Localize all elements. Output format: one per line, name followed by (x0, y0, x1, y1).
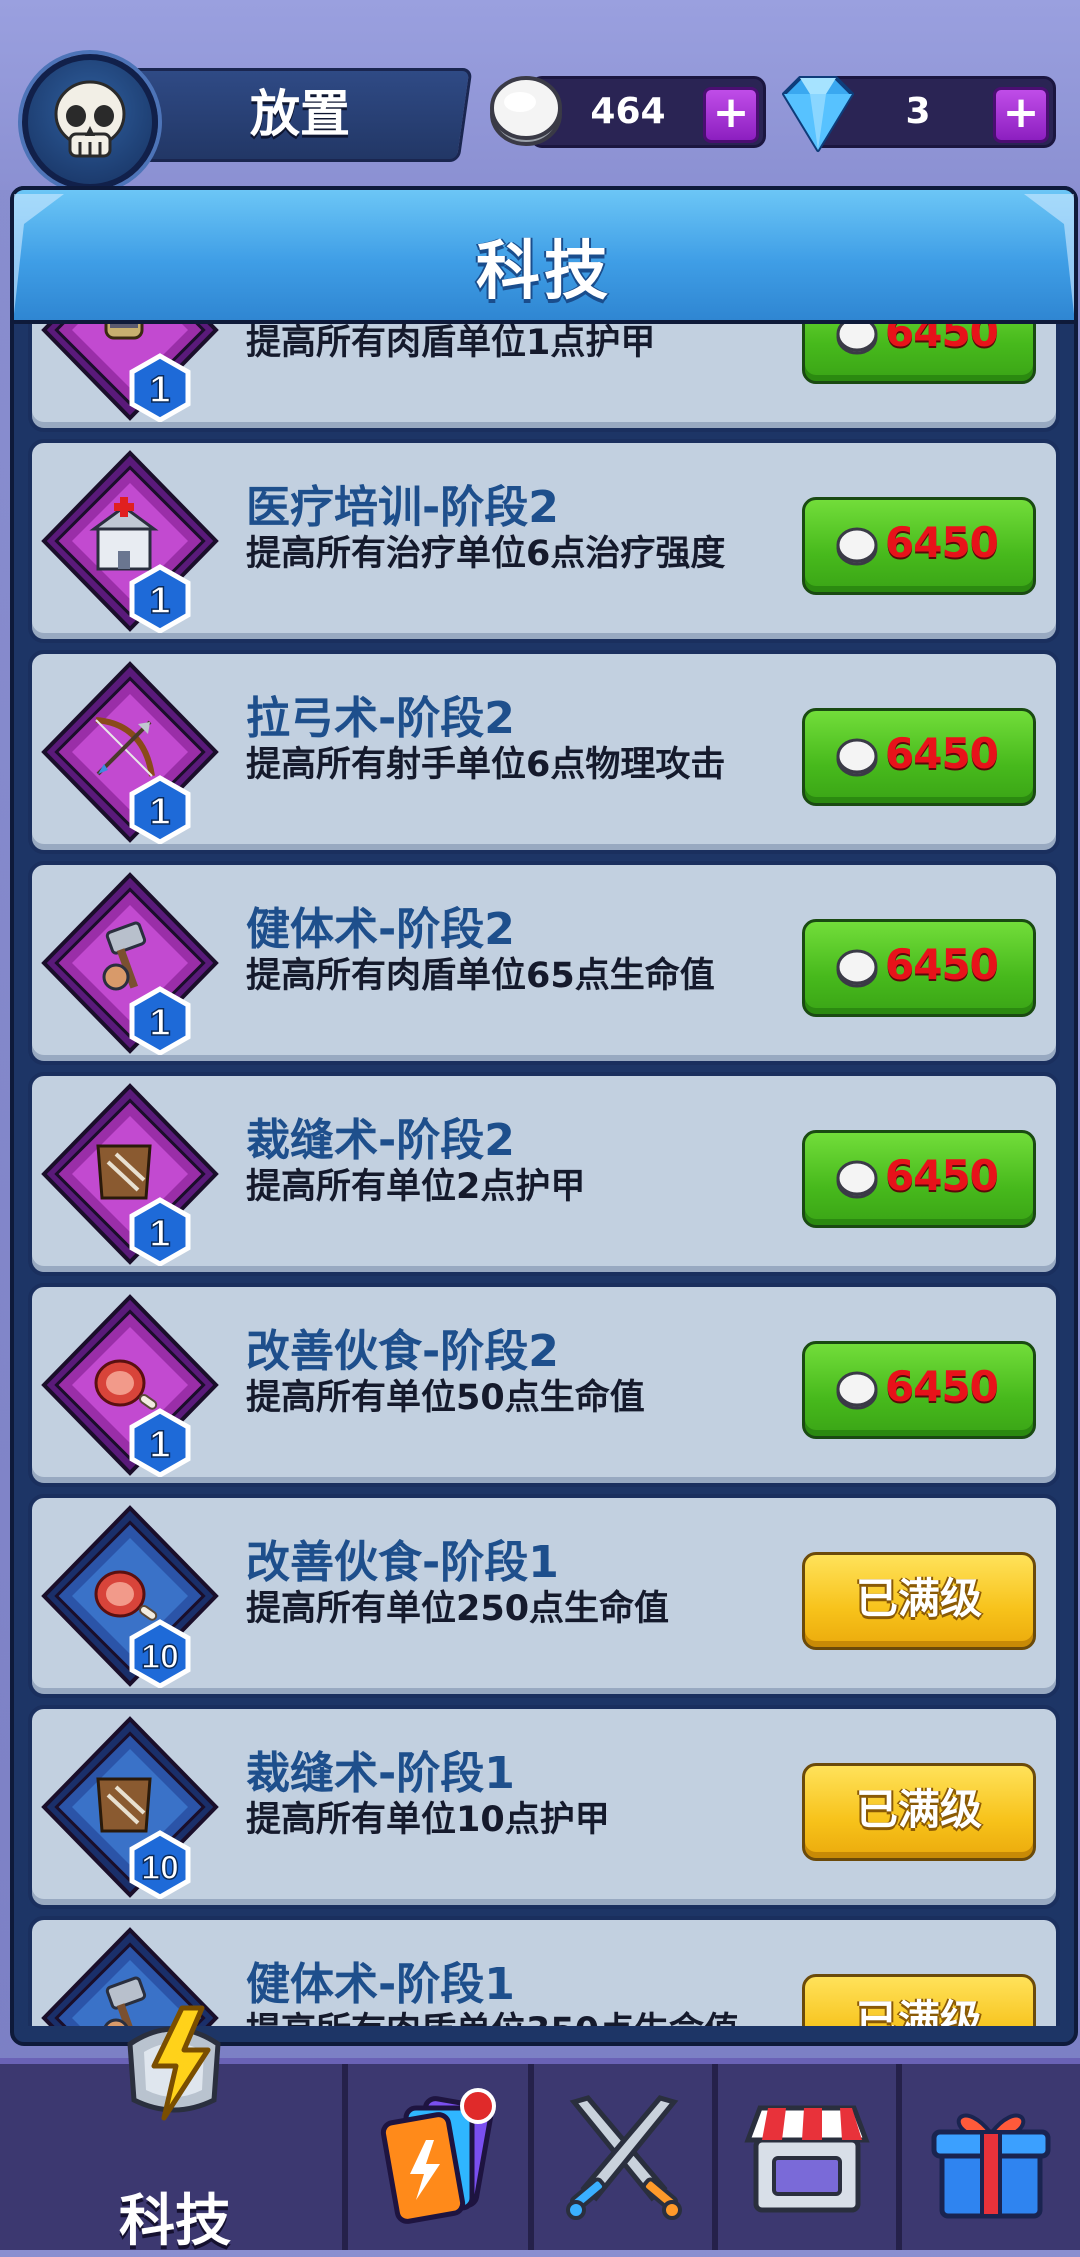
silver-coin-icon (836, 1371, 878, 1410)
panel-title: 科技 (476, 235, 612, 309)
tech-card: 10 裁缝术-阶段1 提高所有单位10点护甲 已满级 (28, 1705, 1060, 1909)
shop-icon (744, 2105, 870, 2213)
level-badge: 1 (129, 1197, 191, 1266)
level-text: 1 (149, 1213, 170, 1255)
upgrade-price: 6450 (885, 316, 999, 356)
top-bar: 放置 464 + 3 + (0, 0, 1080, 190)
tech-lightning-icon (127, 2005, 221, 2121)
tech-description: 提高所有射手单位6点物理攻击 (246, 745, 726, 785)
tech-description: 提高所有治疗单位6点治疗强度 (246, 534, 726, 574)
nav-tab-cards[interactable] (348, 2064, 528, 2250)
hammer-icon: 1 (41, 872, 219, 1055)
upgrade-buy-button[interactable]: 6450 (802, 316, 1036, 384)
level-text: 10 (141, 1638, 179, 1676)
upgrade-price: 6450 (885, 940, 999, 989)
nav-tab-shop[interactable] (718, 2064, 896, 2250)
tech-description: 提高所有单位10点护甲 (246, 1800, 610, 1840)
ham-icon: 1 (41, 1294, 219, 1477)
tech-card: 1 健体术-阶段2 提高所有肉盾单位65点生命值 6450 (28, 861, 1060, 1065)
silver-amount: 464 (590, 91, 666, 132)
gift-icon (931, 2113, 1051, 2219)
panel-header: 科技 (10, 186, 1078, 324)
tech-card: 10 改善伙食-阶段1 提高所有单位250点生命值 已满级 (28, 1494, 1060, 1698)
max-level-button[interactable]: 已满级 (802, 1552, 1036, 1650)
nav-tab-gift[interactable] (902, 2064, 1080, 2250)
upgrade-buy-button[interactable]: 6450 (802, 1130, 1036, 1228)
diamond-icon (782, 76, 854, 152)
upgrade-buy-button[interactable]: 6450 (802, 1341, 1036, 1439)
upgrade-buy-button[interactable]: 6450 (802, 497, 1036, 595)
hospital-icon: 1 (41, 450, 219, 633)
tech-description: 提高所有单位2点护甲 (246, 1167, 586, 1207)
level-badge: 1 (129, 564, 191, 633)
cards-icon (380, 2088, 496, 2224)
silver-coin-icon (490, 76, 562, 146)
add-silver-button[interactable]: + (703, 87, 759, 143)
level-badge: 10 (129, 1830, 191, 1899)
tech-card: 1 医疗培训-阶段2 提高所有治疗单位6点治疗强度 6450 (28, 439, 1060, 643)
leather-armor-icon: 10 (41, 1716, 219, 1899)
upgrade-price: 6450 (885, 1151, 999, 1200)
tech-list[interactable]: 1 提高所有肉盾单位1点护甲 6450 1 医疗培训-阶段2 提高所有治疗单位6… (14, 316, 1066, 2026)
add-gem-button[interactable]: + (993, 87, 1049, 143)
silver-coin-icon (836, 527, 878, 566)
tech-description: 提高所有单位250点生命值 (246, 1589, 670, 1629)
upgrade-buy-button[interactable]: 6450 (802, 919, 1036, 1017)
tech-card: 1 拉弓术-阶段2 提高所有射手单位6点物理攻击 6450 (28, 650, 1060, 854)
nav-tab-tech[interactable]: 科技 (0, 2004, 342, 2254)
level-badge: 10 (129, 1619, 191, 1688)
level-badge: 1 (129, 775, 191, 844)
crossed-swords-icon (566, 2095, 682, 2220)
level-badge: 1 (129, 353, 191, 422)
nav-tab-battle[interactable] (534, 2064, 712, 2250)
mode-label: 放置 (250, 85, 350, 143)
upgrade-price: 6450 (885, 729, 999, 778)
tech-card: 1 改善伙食-阶段2 提高所有单位50点生命值 6450 (28, 1283, 1060, 1487)
max-level-button[interactable]: 已满级 (802, 1974, 1036, 2026)
level-text: 1 (149, 580, 170, 622)
tech-description: 提高所有单位50点生命值 (246, 1378, 645, 1418)
bow-icon: 1 (41, 661, 219, 844)
level-text: 1 (149, 369, 170, 411)
silver-coin-icon (836, 1160, 878, 1199)
nav-tab-tech-label: 科技 (119, 2189, 231, 2254)
player-avatar[interactable] (22, 54, 158, 190)
level-text: 1 (149, 1002, 170, 1044)
silver-coin-icon (836, 738, 878, 777)
max-level-button[interactable]: 已满级 (802, 1763, 1036, 1861)
tech-card: 1 提高所有肉盾单位1点护甲 6450 (28, 316, 1060, 432)
level-text: 10 (141, 1849, 179, 1887)
tech-description: 提高所有肉盾单位65点生命值 (246, 956, 715, 996)
level-badge: 1 (129, 986, 191, 1055)
upgrade-buy-button[interactable]: 6450 (802, 708, 1036, 806)
tech-card: 1 裁缝术-阶段2 提高所有单位2点护甲 6450 (28, 1072, 1060, 1276)
level-text: 1 (149, 1424, 170, 1466)
shield-helmet-icon: 1 (41, 316, 219, 422)
bottom-nav: 科技 (0, 2005, 1080, 2254)
level-badge: 1 (129, 1408, 191, 1477)
upgrade-price: 6450 (885, 518, 999, 567)
upgrade-price: 6450 (885, 1362, 999, 1411)
skull-icon (54, 80, 126, 158)
ham-icon: 10 (41, 1505, 219, 1688)
gem-amount: 3 (905, 91, 931, 132)
leather-armor-icon: 1 (41, 1083, 219, 1266)
level-text: 1 (149, 791, 170, 833)
silver-coin-icon (836, 949, 878, 988)
